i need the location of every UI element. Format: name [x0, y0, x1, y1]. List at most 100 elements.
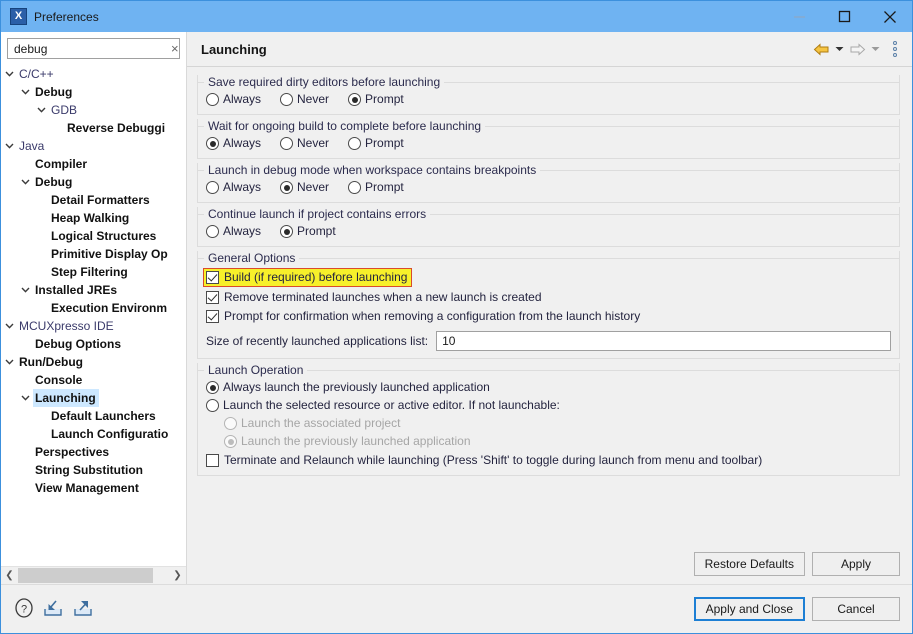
radio-button[interactable] [280, 93, 294, 106]
tree-item-debug[interactable]: Debug [1, 173, 186, 191]
radio-button[interactable] [280, 225, 294, 238]
tree-expander[interactable] [33, 107, 49, 113]
tree-item-string-substitution[interactable]: String Substitution [1, 461, 186, 479]
tree-expander[interactable] [17, 179, 33, 185]
terminate-relaunch-checkbox[interactable] [206, 454, 219, 467]
radio-label: Never [297, 180, 330, 194]
general-option-checkbox[interactable] [206, 310, 219, 323]
tree-item-mcuxpresso-ide[interactable]: MCUXpresso IDE [1, 317, 186, 335]
recent-apps-size-row: Size of recently launched applications l… [206, 331, 891, 351]
radio-option[interactable]: Prompt [280, 224, 336, 239]
recent-apps-size-field[interactable] [436, 331, 891, 351]
radio-button[interactable] [280, 181, 294, 194]
tree-item-debug[interactable]: Debug [1, 83, 186, 101]
import-button[interactable] [42, 598, 64, 621]
tree-item-java[interactable]: Java [1, 137, 186, 155]
general-option-checkbox[interactable] [206, 291, 219, 304]
radio-button[interactable] [348, 93, 362, 106]
radio-option[interactable]: Launch the selected resource or active e… [206, 398, 560, 413]
tree-item-run-debug[interactable]: Run/Debug [1, 353, 186, 371]
launch-operation-row[interactable]: Always launch the previously launched ap… [206, 380, 891, 395]
tree-expander[interactable] [17, 89, 33, 95]
tree-item-default-launchers[interactable]: Default Launchers [1, 407, 186, 425]
tree-expander[interactable] [1, 71, 17, 77]
launch-operation-row[interactable]: Launch the selected resource or active e… [206, 398, 891, 413]
tree-item-launch-configuratio[interactable]: Launch Configuratio [1, 425, 186, 443]
scroll-left-icon[interactable]: ❮ [1, 567, 18, 584]
radio-option[interactable]: Always launch the previously launched ap… [206, 380, 490, 395]
radio-button[interactable] [206, 137, 219, 150]
back-button[interactable] [812, 42, 831, 56]
recent-apps-size-input[interactable] [442, 334, 885, 348]
tree-item-compiler[interactable]: Compiler [1, 155, 186, 173]
general-option-checkbox[interactable] [206, 271, 219, 284]
view-menu-dot [893, 53, 897, 57]
radio-button[interactable] [206, 399, 219, 412]
radio-button[interactable] [206, 381, 219, 394]
preferences-tree[interactable]: C/C++ Debug GDB Reverse Debuggi Java Compiler… [1, 63, 186, 566]
tree-item-gdb[interactable]: GDB [1, 101, 186, 119]
tree-item-label: Detail Formatters [51, 193, 150, 207]
tree-item-reverse-debuggi[interactable]: Reverse Debuggi [1, 119, 186, 137]
general-option-row[interactable]: Build (if required) before launching [202, 268, 891, 287]
tree-expander[interactable] [17, 287, 33, 293]
radio-button[interactable] [206, 225, 219, 238]
search-box[interactable]: × [7, 38, 180, 59]
back-dropdown-button[interactable] [834, 46, 845, 52]
search-input[interactable] [14, 41, 169, 56]
maximize-button[interactable] [822, 1, 867, 32]
radio-option[interactable]: Never [280, 136, 329, 151]
radio-option[interactable]: Always [206, 180, 261, 195]
help-button[interactable]: ? [14, 597, 34, 621]
tree-item-installed-jres[interactable]: Installed JREs [1, 281, 186, 299]
tree-item-heap-walking[interactable]: Heap Walking [1, 209, 186, 227]
tree-horizontal-scrollbar[interactable]: ❮ ❯ [1, 566, 186, 584]
radio-button[interactable] [206, 93, 219, 106]
radio-button[interactable] [206, 181, 219, 194]
apply-and-close-button[interactable]: Apply and Close [693, 597, 805, 621]
scroll-right-icon[interactable]: ❯ [169, 567, 186, 584]
radio-option[interactable]: Prompt [348, 136, 404, 151]
export-button[interactable] [72, 598, 94, 621]
tree-expander[interactable] [1, 323, 17, 329]
radio-option[interactable]: Never [280, 92, 329, 107]
tree-item-c-c[interactable]: C/C++ [1, 65, 186, 83]
tree-item-detail-formatters[interactable]: Detail Formatters [1, 191, 186, 209]
window-controls [777, 1, 912, 32]
apply-button[interactable]: Apply [812, 552, 900, 576]
tree-expander[interactable] [1, 143, 17, 149]
radio-button[interactable] [280, 137, 294, 150]
tree-item-console[interactable]: Console [1, 371, 186, 389]
restore-defaults-button[interactable]: Restore Defaults [693, 552, 805, 576]
tree-expander[interactable] [17, 395, 33, 401]
general-option-row[interactable]: Prompt for confirmation when removing a … [206, 309, 891, 324]
general-option-row[interactable]: Remove terminated launches when a new la… [206, 290, 891, 305]
radio-option[interactable]: Always [206, 136, 261, 151]
radio-option[interactable]: Always [206, 224, 261, 239]
highlighted-option[interactable]: Build (if required) before launching [202, 268, 413, 287]
view-menu-button[interactable] [888, 41, 902, 57]
tree-expander[interactable] [1, 359, 17, 365]
cancel-button[interactable]: Cancel [812, 597, 900, 621]
radio-option[interactable]: Prompt [348, 92, 404, 107]
page-title: Launching [201, 41, 267, 57]
minimize-button[interactable] [777, 1, 822, 32]
tree-item-logical-structures[interactable]: Logical Structures [1, 227, 186, 245]
tree-item-primitive-display-op[interactable]: Primitive Display Op [1, 245, 186, 263]
close-button[interactable] [867, 1, 912, 32]
radio-button[interactable] [348, 181, 362, 194]
clear-search-icon[interactable]: × [169, 42, 181, 55]
radio-option[interactable]: Prompt [348, 180, 404, 195]
tree-item-step-filtering[interactable]: Step Filtering [1, 263, 186, 281]
tree-item-debug-options[interactable]: Debug Options [1, 335, 186, 353]
tree-item-view-management[interactable]: View Management [1, 479, 186, 497]
tree-item-launching[interactable]: Launching [1, 389, 186, 407]
scrollbar-track[interactable] [18, 567, 169, 584]
radio-option[interactable]: Never [280, 180, 329, 195]
tree-item-perspectives[interactable]: Perspectives [1, 443, 186, 461]
terminate-relaunch-row[interactable]: Terminate and Relaunch while launching (… [206, 453, 891, 468]
tree-item-execution-environm[interactable]: Execution Environm [1, 299, 186, 317]
radio-option[interactable]: Always [206, 92, 261, 107]
scrollbar-thumb[interactable] [18, 568, 153, 583]
radio-button[interactable] [348, 137, 362, 150]
